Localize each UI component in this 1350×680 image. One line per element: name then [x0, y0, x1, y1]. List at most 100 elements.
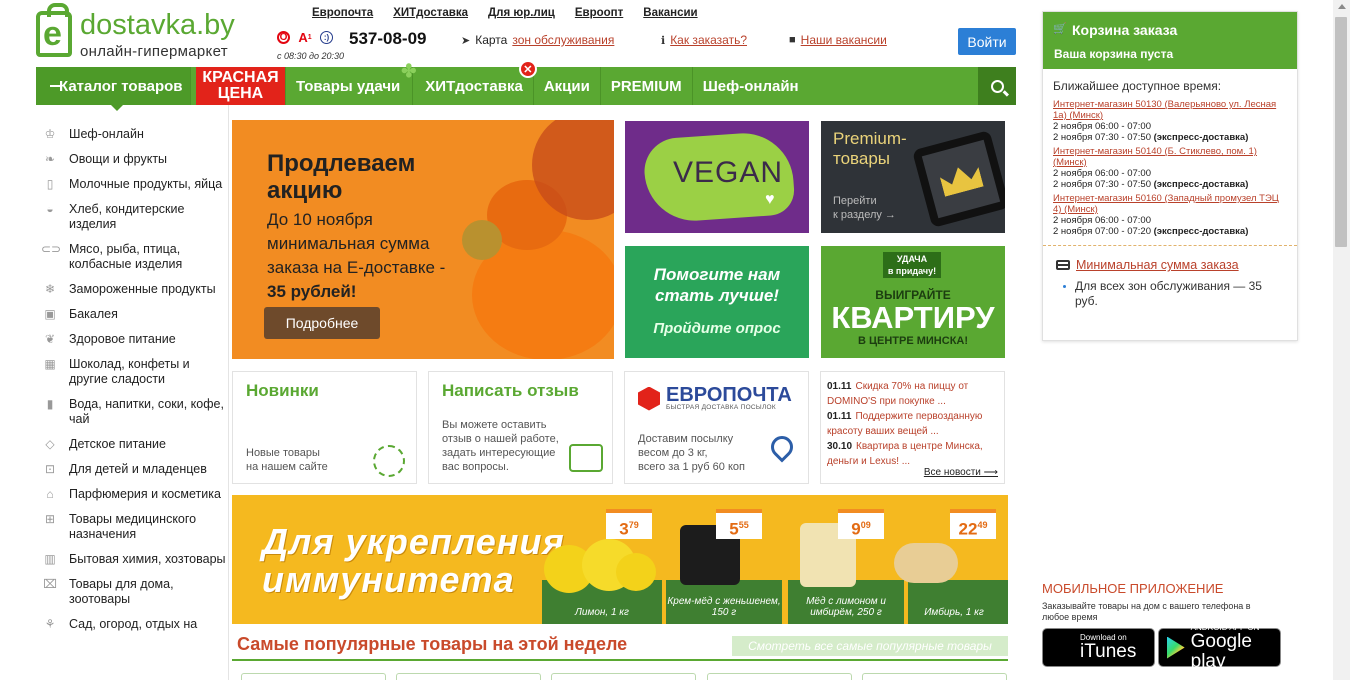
review-pen-icon — [569, 444, 603, 472]
nav-hitdostavka[interactable]: ХИТдоставка ✕ — [413, 60, 537, 105]
scroll-thumb[interactable] — [1335, 17, 1347, 247]
price-tag: 555 — [716, 509, 762, 539]
nav-chef-online[interactable]: Шеф-онлайн — [693, 67, 809, 105]
product-card[interactable] — [551, 673, 696, 680]
cart-header[interactable]: Корзина заказа Ваша корзина пуста — [1043, 12, 1297, 69]
all-news-link[interactable]: Все новости ⟶ — [924, 467, 998, 478]
ginger-image — [894, 543, 958, 583]
vegan-banner[interactable]: VEGAN ♥ — [625, 121, 809, 233]
product-card[interactable] — [396, 673, 541, 680]
search-button[interactable] — [978, 67, 1016, 105]
top-link-vacancies[interactable]: Вакансии — [643, 7, 697, 19]
garden-icon: ⚘ — [44, 617, 56, 631]
leaf-icon: ❦ — [44, 332, 56, 346]
category-item[interactable]: ◇ Детское питание — [36, 437, 228, 452]
search-icon — [990, 79, 1004, 93]
promo-title: Продлеваем акцию — [267, 150, 416, 204]
category-item[interactable]: ⊡ Для детей и младенцев — [36, 462, 228, 477]
product-card[interactable] — [707, 673, 852, 680]
category-item[interactable]: ♔ Шеф-онлайн — [36, 127, 228, 142]
location-pin-icon — [766, 431, 798, 463]
category-item[interactable]: ▯ Молочные продукты, яйца — [36, 177, 228, 192]
category-item[interactable]: ▥ Бытовая химия, хозтовары — [36, 552, 228, 567]
catalog-button[interactable]: Каталог товаров — [36, 67, 191, 111]
credit-card-icon — [1056, 260, 1070, 270]
category-item[interactable]: ▦ Шоколад, конфеты и другие сладости — [36, 357, 228, 387]
home-goods-icon: ⌧ — [43, 577, 57, 591]
google-play-icon — [1167, 636, 1185, 659]
site-logo[interactable]: e dostavka.by онлайн-гипермаркет — [36, 3, 246, 61]
view-all-popular-link[interactable]: Смотреть все самые популярные товары — [732, 636, 1008, 656]
baby-food-icon: ◇ — [45, 437, 55, 451]
bread-icon: ◒ — [46, 202, 54, 216]
how-to-order-link[interactable]: Как заказать? — [670, 33, 747, 47]
service-zones-link[interactable]: зон обслуживания — [512, 33, 614, 47]
store-slot: Интернет-магазин 50160 (Западный промузе… — [1053, 193, 1279, 237]
logo-name: dostavka.by — [80, 9, 235, 41]
store-slot: Интернет-магазин 50130 (Валерьяново ул. … — [1053, 99, 1277, 143]
info-icon: ℹ — [661, 34, 666, 47]
news-item[interactable]: 30.10 Квартира в центре Минска, деньги и … — [827, 439, 1002, 469]
phone-number[interactable]: 537-08-09 — [349, 29, 427, 49]
new-badge-icon — [373, 445, 405, 477]
category-item[interactable]: ⌧ Товары для дома, зоотовары — [36, 577, 228, 607]
category-item[interactable]: ▣ Бакалея — [36, 307, 228, 322]
store-link[interactable]: Интернет-магазин 50130 (Валерьяново ул. … — [1053, 99, 1276, 121]
cart-title: Корзина заказа — [1072, 22, 1178, 38]
category-item[interactable]: ❄ Замороженные продукты — [36, 282, 228, 297]
google-play-button[interactable]: ANDROID APP ON Google play — [1158, 623, 1281, 672]
vacancies-link[interactable]: Наши вакансии — [801, 33, 887, 47]
category-item[interactable]: ⊂⊃ Мясо, рыба, птица, колбасные изделия — [36, 242, 228, 272]
news-card: 01.11 Скидка 70% на пиццу от DOMINO'S при… — [820, 371, 1005, 484]
nav-red-price[interactable]: Красная цена — [196, 67, 286, 105]
category-item[interactable]: ⌂ Парфюмерия и косметика — [36, 487, 228, 502]
scrollbar[interactable] — [1333, 0, 1350, 680]
category-item[interactable]: ⊞ Товары медицинского назначения — [36, 512, 228, 542]
immunity-banner[interactable]: Для укрепления иммунитета 379 Лимон, 1 кг… — [232, 495, 1008, 624]
nav-premium[interactable]: PREMIUM — [601, 67, 693, 105]
top-link-evroopt[interactable]: Евроопт — [575, 7, 623, 19]
milk-icon: ▯ — [46, 177, 54, 191]
apple-icon — [1052, 635, 1074, 661]
survey-banner[interactable]: Помогите нам стать лучше! Пройдите опрос — [625, 246, 809, 358]
promo-banner-min-sum[interactable]: Продлеваем акцию До 10 ноября минимальная… — [232, 120, 614, 359]
news-item[interactable]: 01.11 Скидка 70% на пиццу от DOMINO'S при… — [827, 379, 1002, 409]
login-button[interactable]: Войти — [958, 28, 1016, 55]
survey-subtitle: Пройдите опрос — [653, 320, 781, 337]
mobile-app-title: МОБИЛЬНОЕ ПРИЛОЖЕНИЕ — [1042, 581, 1224, 596]
min-order-sum: Минимальная сумма заказа Для всех зон об… — [1043, 246, 1297, 309]
lucky-apartment-banner[interactable]: УДАЧА в придачу! ВЫИГРАЙТЕ КВАРТИРУ В ЦЕН… — [821, 246, 1005, 358]
top-link-europochta[interactable]: Европочта — [312, 7, 373, 19]
top-link-legal[interactable]: Для юр.лиц — [488, 7, 555, 19]
category-item[interactable]: ⚘ Сад, огород, отдых на — [36, 617, 228, 632]
europochta-card[interactable]: ЕВРОПОЧТА БЫСТРАЯ ДОСТАВКА ПОСЫЛОК Достав… — [624, 371, 809, 484]
product-card[interactable] — [241, 673, 386, 680]
scroll-up-arrow-icon[interactable] — [1338, 4, 1346, 9]
snowflake-icon: ❄ — [44, 282, 56, 296]
bag-icon: e — [36, 3, 72, 57]
store-slot: Интернет-магазин 50140 (Б. Стиклево, пом… — [1053, 146, 1257, 190]
itunes-button[interactable]: Download on iTunes — [1042, 628, 1155, 667]
news-item[interactable]: 01.11 Поддержите первозданную красоту ваш… — [827, 409, 1002, 439]
premium-link: Перейти к разделу → — [833, 195, 896, 221]
category-item[interactable]: ◒ Хлеб, кондитерские изделия — [36, 202, 228, 232]
top-link-hitdostavka[interactable]: ХИТдоставка — [393, 7, 468, 19]
min-sum-link[interactable]: Минимальная сумма заказа — [1076, 258, 1239, 272]
medical-icon: ⊞ — [44, 512, 56, 526]
category-item[interactable]: ▮ Вода, напитки, соки, кофе, чай — [36, 397, 228, 427]
nav-promotions[interactable]: Акции — [534, 67, 601, 105]
details-button[interactable]: Подробнее — [264, 307, 380, 339]
premium-banner[interactable]: Premium-товары Перейти к разделу → — [821, 121, 1005, 233]
nav-lucky-goods[interactable]: Товары удачи ✤ — [286, 61, 416, 105]
store-link[interactable]: Интернет-магазин 50160 (Западный промузе… — [1053, 193, 1279, 215]
vegan-label: VEGAN — [673, 156, 784, 189]
how-to-order: ℹ Как заказать? — [661, 33, 747, 47]
write-review-card[interactable]: Написать отзыв Вы можете оставить отзыв о… — [428, 371, 613, 484]
store-link[interactable]: Интернет-магазин 50140 (Б. Стиклево, пом… — [1053, 146, 1257, 168]
product-card[interactable] — [862, 673, 1007, 680]
category-item[interactable]: ❧ Овощи и фрукты — [36, 152, 228, 167]
category-item[interactable]: ❦ Здоровое питание — [36, 332, 228, 347]
new-products-card[interactable]: Новинки Новые товары на нашем сайте — [232, 371, 417, 484]
cart-icon — [1053, 22, 1067, 35]
lucky-badge: УДАЧА в придачу! — [883, 252, 941, 278]
